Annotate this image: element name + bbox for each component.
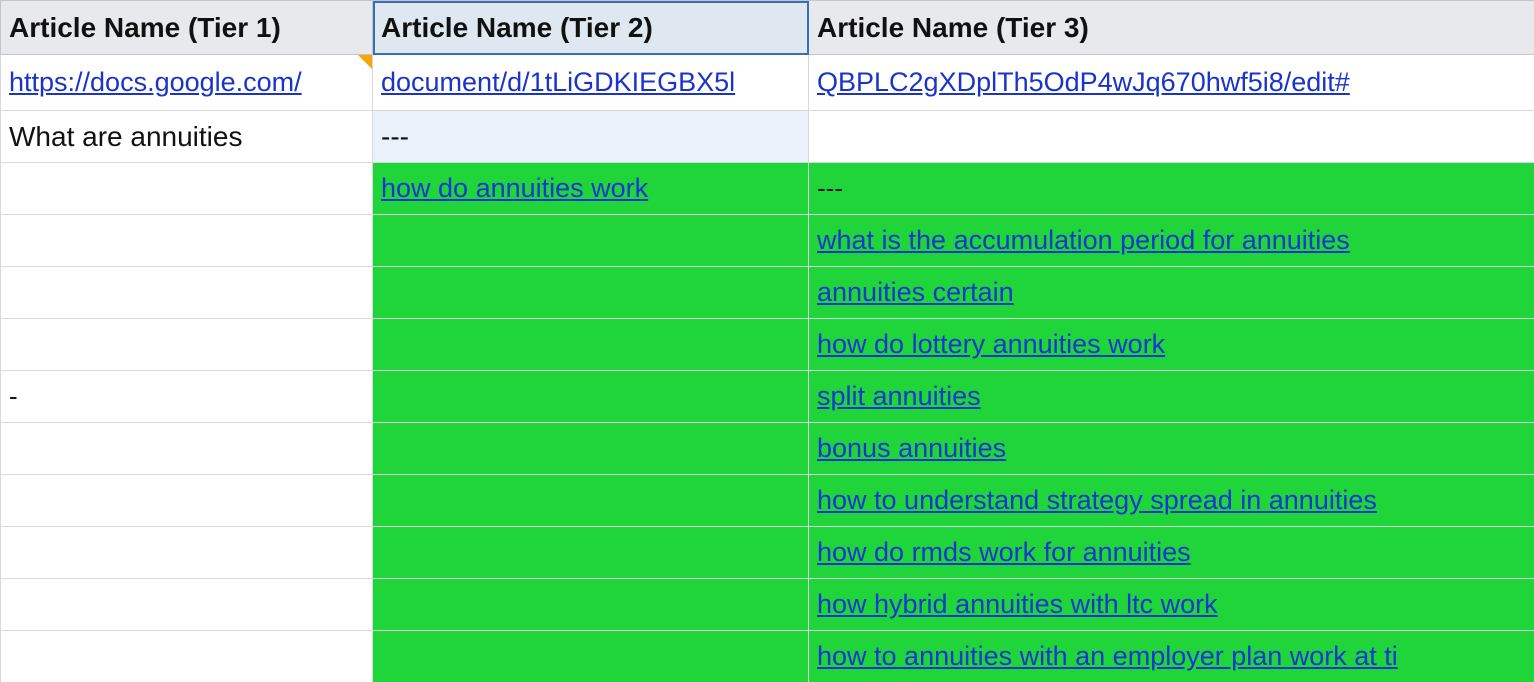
table-row: bonus annuities [1, 423, 1534, 475]
tier2-green-cell[interactable] [373, 215, 809, 267]
url-cell-part1[interactable]: https://docs.google.com/ [1, 55, 373, 111]
table-row: how do lottery annuities work [1, 319, 1534, 371]
tier2-green-cell[interactable] [373, 527, 809, 579]
tier3-link-cell[interactable]: split annuities [809, 371, 1534, 423]
tier3-empty-cell[interactable] [809, 111, 1534, 163]
tier1-empty-cell[interactable] [1, 527, 373, 579]
tier2-green-cell[interactable] [373, 371, 809, 423]
tier1-empty-cell[interactable] [1, 631, 373, 682]
tier1-empty-cell[interactable] [1, 215, 373, 267]
tier3-link-cell[interactable]: how do rmds work for annuities [809, 527, 1534, 579]
table-row: how to understand strategy spread in ann… [1, 475, 1534, 527]
tier3-link-cell[interactable]: how to annuities with an employer plan w… [809, 631, 1534, 682]
header-tier2[interactable]: Article Name (Tier 2) [373, 1, 809, 55]
table-row: how hybrid annuities with ltc work [1, 579, 1534, 631]
tier2-green-cell[interactable] [373, 631, 809, 682]
tier1-empty-cell[interactable] [1, 475, 373, 527]
table-row: - split annuities [1, 371, 1534, 423]
tier1-empty-cell[interactable] [1, 163, 373, 215]
header-row: Article Name (Tier 1) Article Name (Tier… [1, 1, 1534, 55]
tier1-empty-cell[interactable] [1, 267, 373, 319]
table-row: what is the accumulation period for annu… [1, 215, 1534, 267]
tier3-link-cell[interactable]: bonus annuities [809, 423, 1534, 475]
tier3-link-cell[interactable]: annuities certain [809, 267, 1534, 319]
url-cell-part2[interactable]: document/d/1tLiGDKIEGBX5l [373, 55, 809, 111]
tier1-empty-cell[interactable] [1, 319, 373, 371]
tier1-topic-cell[interactable]: What are annuities [1, 111, 373, 163]
spreadsheet-table: Article Name (Tier 1) Article Name (Tier… [0, 0, 1534, 682]
url-row: https://docs.google.com/ document/d/1tLi… [1, 55, 1534, 111]
tier1-dash-cell[interactable]: - [1, 371, 373, 423]
tier2-link-cell[interactable]: how do annuities work [373, 163, 809, 215]
tier3-link-cell[interactable]: how do lottery annuities work [809, 319, 1534, 371]
table-row: how to annuities with an employer plan w… [1, 631, 1534, 682]
tier3-link-cell[interactable]: how hybrid annuities with ltc work [809, 579, 1534, 631]
header-tier3[interactable]: Article Name (Tier 3) [809, 1, 1534, 55]
tier1-empty-cell[interactable] [1, 423, 373, 475]
tier2-green-cell[interactable] [373, 423, 809, 475]
tier2-green-cell[interactable] [373, 267, 809, 319]
tier3-link-cell[interactable]: what is the accumulation period for annu… [809, 215, 1534, 267]
tier1-empty-cell[interactable] [1, 579, 373, 631]
table-row: how do rmds work for annuities [1, 527, 1534, 579]
header-tier1[interactable]: Article Name (Tier 1) [1, 1, 373, 55]
tier2-dash-cell[interactable]: --- [373, 111, 809, 163]
tier2-green-cell[interactable] [373, 319, 809, 371]
tier2-green-cell[interactable] [373, 579, 809, 631]
tier3-link-cell[interactable]: how to understand strategy spread in ann… [809, 475, 1534, 527]
tier2-green-cell[interactable] [373, 475, 809, 527]
base-row: What are annuities --- [1, 111, 1534, 163]
table-row: annuities certain [1, 267, 1534, 319]
table-row: how do annuities work --- [1, 163, 1534, 215]
url-cell-part3[interactable]: QBPLC2gXDplTh5OdP4wJq670hwf5i8/edit# [809, 55, 1534, 111]
tier3-dash-cell[interactable]: --- [809, 163, 1534, 215]
